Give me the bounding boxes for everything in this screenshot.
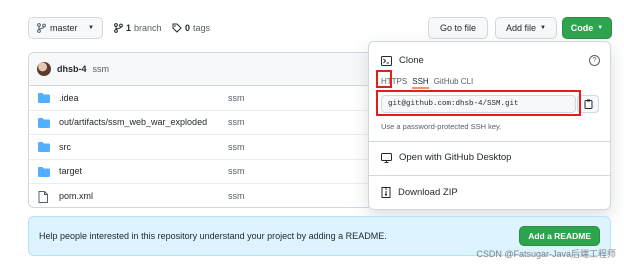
go-to-file-button[interactable]: Go to file — [428, 17, 488, 39]
tab-ssh[interactable]: SSH — [412, 77, 429, 89]
file-commit-message[interactable]: ssm — [228, 117, 245, 127]
file-commit-message[interactable]: ssm — [228, 166, 245, 176]
latest-commit-bar: dhsb-4 ssm — [29, 53, 372, 86]
watermark: CSDN @Fatsugar-Java后端工程师 — [476, 249, 616, 259]
branch-select-button[interactable]: master ▼ — [28, 17, 103, 39]
list-item[interactable]: pom.xml ssm — [29, 184, 372, 207]
go-to-file-label: Go to file — [439, 23, 477, 33]
file-name[interactable]: pom.xml — [59, 191, 93, 201]
folder-icon — [38, 142, 50, 152]
file-name[interactable]: out/artifacts/ssm_web_war_exploded — [59, 117, 207, 127]
download-zip-label: Download ZIP — [398, 187, 458, 198]
file-commit-message[interactable]: ssm — [228, 191, 245, 201]
clone-header: Clone — [381, 55, 424, 66]
file-commit-message[interactable]: ssm — [228, 93, 245, 103]
clone-protocol-tabs: HTTPS SSH GitHub CLI — [381, 77, 473, 89]
folder-icon — [38, 166, 50, 177]
open-desktop-item[interactable]: Open with GitHub Desktop — [381, 152, 511, 163]
zip-icon — [381, 187, 391, 198]
add-file-button[interactable]: Add file ▼ — [495, 17, 557, 39]
tag-icon — [172, 23, 182, 33]
code-button[interactable]: Code ▼ — [562, 17, 612, 39]
open-desktop-label: Open with GitHub Desktop — [399, 152, 512, 163]
branches-link[interactable]: 1 branch — [114, 23, 162, 33]
tags-link[interactable]: 0 tags — [172, 23, 210, 33]
help-icon[interactable]: ? — [589, 55, 600, 66]
avatar[interactable] — [37, 62, 51, 76]
file-name[interactable]: src — [59, 142, 71, 152]
folder-icon — [38, 93, 50, 103]
file-list: dhsb-4 ssm .idea ssm out/artifacts/ssm_w… — [28, 52, 373, 208]
ssh-tab-highlight — [376, 70, 392, 88]
branch-name: master — [50, 23, 78, 33]
branch-icon — [37, 23, 46, 33]
caret-down-icon: ▼ — [597, 25, 604, 31]
clone-url-highlight — [376, 90, 581, 116]
branch-word: branch — [134, 23, 162, 33]
clone-title: Clone — [399, 55, 424, 66]
tab-github-cli[interactable]: GitHub CLI — [434, 77, 474, 89]
file-icon — [38, 191, 48, 203]
clipboard-icon — [584, 99, 592, 109]
file-name[interactable]: target — [59, 166, 82, 176]
tag-count: 0 — [185, 23, 191, 33]
file-commit-message[interactable]: ssm — [228, 142, 245, 152]
divider — [369, 141, 610, 142]
add-readme-button[interactable]: Add a README — [519, 226, 600, 246]
caret-down-icon: ▼ — [88, 25, 94, 31]
desktop-icon — [381, 152, 392, 163]
commit-author[interactable]: dhsb-4 — [57, 64, 87, 74]
clone-dropdown: Clone ? HTTPS SSH GitHub CLI git@github.… — [368, 41, 611, 210]
add-file-label: Add file — [506, 23, 537, 33]
list-item[interactable]: out/artifacts/ssm_web_war_exploded ssm — [29, 111, 372, 135]
readme-prompt: Help people interested in this repositor… — [39, 231, 387, 241]
list-item[interactable]: target ssm — [29, 160, 372, 184]
tag-word: tags — [193, 23, 211, 33]
caret-down-icon: ▼ — [540, 25, 546, 31]
ssh-note: Use a password-protected SSH key. — [381, 122, 502, 131]
file-name[interactable]: .idea — [59, 93, 79, 103]
terminal-icon — [381, 55, 392, 66]
list-item[interactable]: .idea ssm — [29, 86, 372, 111]
commit-message[interactable]: ssm — [93, 64, 110, 74]
code-label: Code — [570, 23, 594, 33]
branch-icon — [114, 23, 123, 33]
divider — [369, 175, 610, 176]
branch-count: 1 — [126, 23, 132, 33]
list-item[interactable]: src ssm — [29, 135, 372, 160]
folder-icon — [38, 117, 50, 128]
download-zip-item[interactable]: Download ZIP — [381, 187, 458, 198]
